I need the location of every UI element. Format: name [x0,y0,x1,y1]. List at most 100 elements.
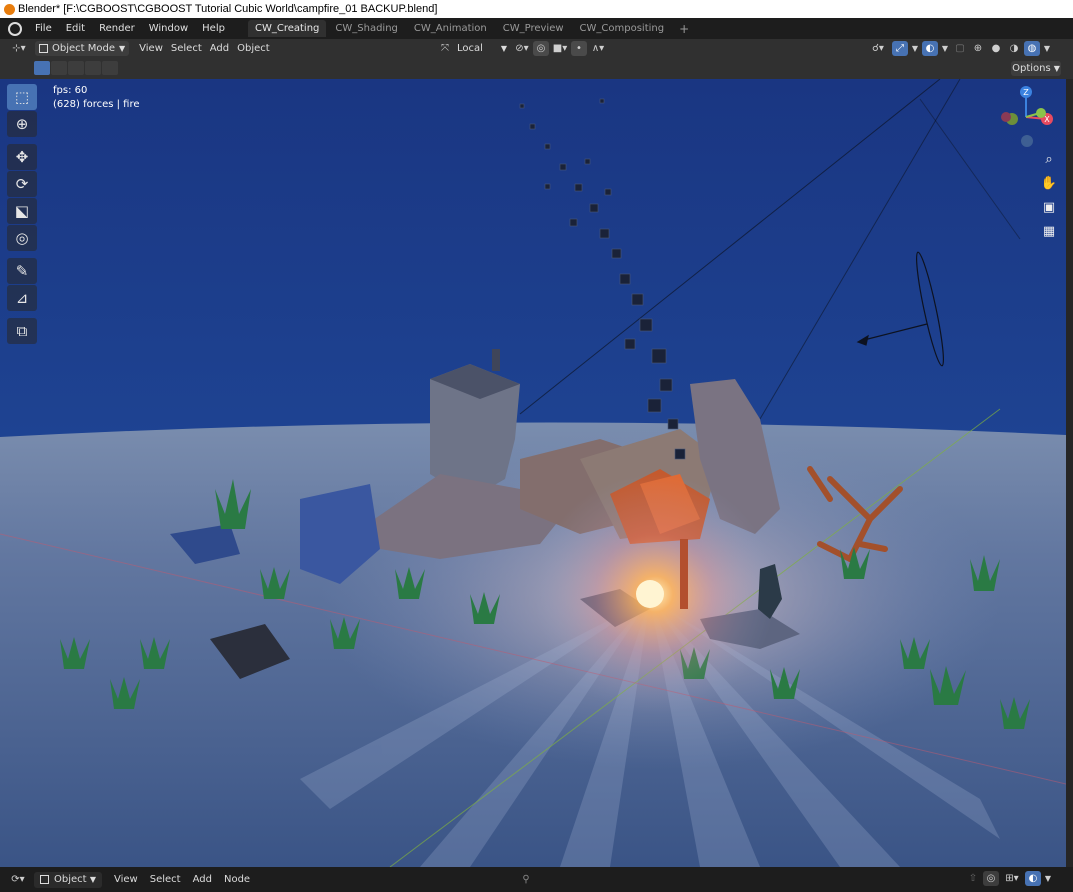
pan-button[interactable]: ✋ [1039,173,1059,193]
viewport-subheader [0,58,1073,79]
editor-type-icon[interactable]: ⊹▾ [6,41,32,56]
tab-cw-compositing[interactable]: CW_Compositing [573,20,672,37]
parent-node-icon[interactable]: ⇧ [965,871,981,886]
measure-tool[interactable]: ⊿ [7,285,37,311]
snap-node-icon[interactable]: ◎ [983,871,999,886]
select-extend-icon[interactable] [51,61,67,75]
bottom-editor-type-icon[interactable]: ⟳▾ [6,872,30,887]
pan-hand-icon: ✋ [1040,175,1058,191]
menu-help[interactable]: Help [195,23,232,34]
transform-icon: ◎ [15,229,29,247]
rotate-icon: ⟳ [15,175,29,193]
overlay-dropdown-icon[interactable]: ▼ [940,41,950,56]
select-invert-icon[interactable] [85,61,101,75]
selection-mode-buttons [34,61,118,75]
zoom-button[interactable]: ⌕ [1039,149,1059,169]
wireframe-shading-icon[interactable]: ⊕ [970,41,986,56]
visibility-icon[interactable]: ☌▾ [866,41,890,56]
rendered-shading-icon[interactable]: ◍ [1024,41,1040,56]
footer-menu-node[interactable]: Node [218,872,256,888]
viewport-3d[interactable]: fps: 60 (628) forces | fire ⬚ ⊕ ✥ ⟳ ⬕ ◎ … [0,79,1066,867]
gizmo-toggle-icon[interactable]: ⤢ [892,41,908,56]
navigation-gizmo[interactable]: Z X [996,83,1056,153]
falloff-icon[interactable]: ∧▾ [587,41,609,56]
scene-render [0,79,1066,867]
header-menu-add[interactable]: Add [206,41,233,56]
footer-menu-view[interactable]: View [108,872,144,888]
blender-logo-icon [4,3,15,15]
grid-view-icon: ▦ [1042,223,1056,239]
options-dropdown[interactable]: Options ▼ [1011,61,1061,76]
snap-mode-icon[interactable]: ⊞▾ [1001,871,1023,886]
neg-z-axis-ball[interactable] [1021,135,1033,147]
add-workspace-button[interactable]: + [671,22,697,36]
camera-icon: ▣ [1042,199,1056,215]
neg-x-axis-ball[interactable] [1001,112,1011,122]
add-cube-tool[interactable]: ⧉ [7,318,37,344]
pivot-point-icon[interactable]: ⊘▾ [511,41,533,56]
orientation-label: Local [457,43,483,54]
select-subtract-icon[interactable] [68,61,84,75]
select-box-tool[interactable]: ⬚ [7,84,37,110]
cursor-icon: ⊕ [15,115,29,133]
select-intersect-icon[interactable] [102,61,118,75]
cursor-tool[interactable]: ⊕ [7,111,37,137]
night-sky [0,79,1066,439]
tool-shelf: ⬚ ⊕ ✥ ⟳ ⬕ ◎ ✎ ⊿ ⧉ [7,84,39,345]
transform-orientation-dropdown[interactable]: Local ▼ [453,41,511,56]
footer-menu-add[interactable]: Add [187,872,218,888]
xray-icon[interactable]: ▢ [952,41,968,56]
header-menu-select[interactable]: Select [167,41,206,56]
solid-shading-icon[interactable]: ● [988,41,1004,56]
overlay-toggle-icon[interactable]: ◐ [922,41,938,56]
bottom-mode-dropdown[interactable]: Object ▼ [34,871,102,888]
pin-icon[interactable]: ⚲ [518,872,534,887]
orientation-icon: ⤧ [441,43,449,54]
menu-window[interactable]: Window [142,23,195,34]
footer-overlay-icon[interactable]: ◐ [1025,871,1041,886]
snap-icon[interactable]: ◎ [533,41,549,56]
menu-edit[interactable]: Edit [59,23,92,34]
footer-overlay-dropdown-icon[interactable]: ▼ [1043,871,1053,886]
menu-file[interactable]: File [28,23,59,34]
header-menu-view[interactable]: View [135,41,167,56]
chevron-down-icon: ▼ [89,875,96,884]
window-titlebar: Blender* [F:\CGBOOST\CGBOOST Tutorial Cu… [0,0,1073,18]
chevron-down-icon: ▼ [119,44,126,53]
tab-cw-animation[interactable]: CW_Animation [407,20,494,37]
mode-label: Object Mode [52,43,115,54]
object-mode-icon [39,44,48,53]
header-menu-object[interactable]: Object [233,41,274,56]
ortho-toggle-button[interactable]: ▦ [1039,221,1059,241]
blender-menu-icon[interactable] [8,21,22,36]
scale-tool[interactable]: ⬕ [7,198,37,224]
axis-gizmo: Z X [1001,86,1053,147]
bottom-mode-label: Object [54,874,87,885]
shading-controls: ☌▾ ⤢ ▼ ◐ ▼ ▢ ⊕ ● ◑ ◍ ▼ [866,41,1052,56]
material-shading-icon[interactable]: ◑ [1006,41,1022,56]
viewport-scrollbar[interactable] [1066,79,1073,867]
move-tool[interactable]: ✥ [7,144,37,170]
z-axis-label: Z [1023,88,1029,97]
tab-cw-shading[interactable]: CW_Shading [328,20,405,37]
chevron-down-icon: ▼ [500,44,507,53]
tab-cw-creating[interactable]: CW_Creating [247,20,327,37]
window-title: Blender* [F:\CGBOOST\CGBOOST Tutorial Cu… [18,3,438,15]
gizmo-dropdown-icon[interactable]: ▼ [910,41,920,56]
shading-dropdown-icon[interactable]: ▼ [1042,41,1052,56]
annotate-tool[interactable]: ✎ [7,258,37,284]
transform-tool[interactable]: ◎ [7,225,37,251]
bottom-editor-header: ⟳▾ Object ▼ View Select Add Node ⚲ ⇧ ◎ ⊞… [0,867,1073,892]
camera-view-button[interactable]: ▣ [1039,197,1059,217]
zoom-icon: ⌕ [1045,151,1053,167]
snap-target-icon[interactable]: ■▾ [549,41,571,56]
menu-render[interactable]: Render [92,23,142,34]
rotate-tool[interactable]: ⟳ [7,171,37,197]
tab-cw-preview[interactable]: CW_Preview [496,20,571,37]
fps-readout: fps: 60 [53,85,88,96]
footer-menu-select[interactable]: Select [144,872,187,888]
select-new-icon[interactable] [34,61,50,75]
mode-dropdown[interactable]: Object Mode ▼ [35,41,130,56]
proportional-edit-icon[interactable]: • [571,41,587,56]
footer-right-controls: ⇧ ◎ ⊞▾ ◐ ▼ [965,871,1053,886]
